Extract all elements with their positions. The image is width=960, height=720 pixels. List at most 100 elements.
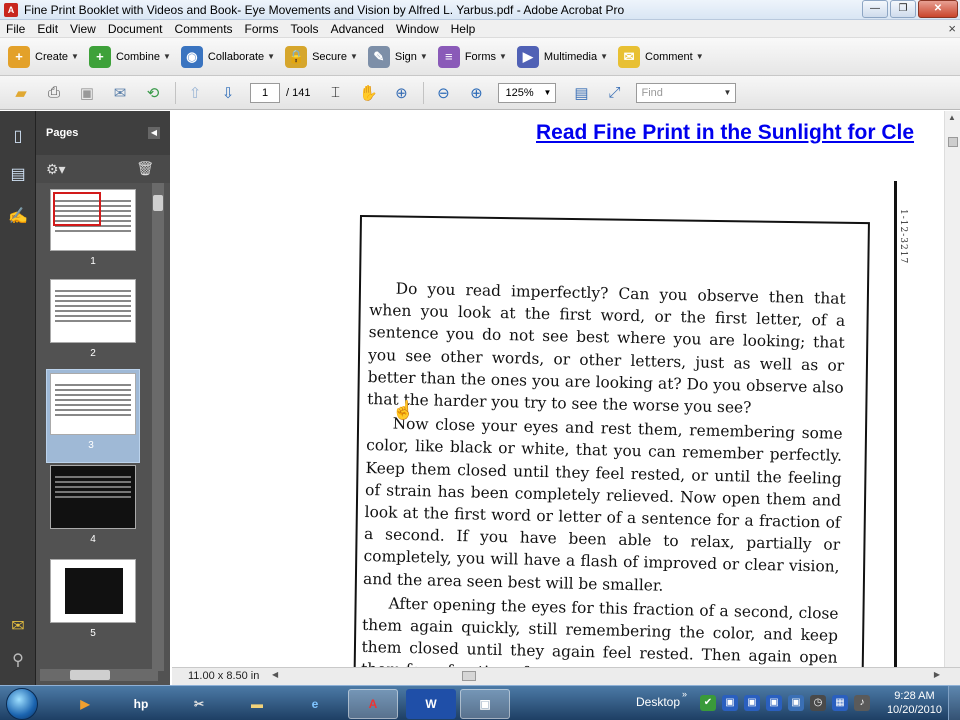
chevron-down-icon: ▼ — [723, 87, 732, 97]
thumbnail-scrollbar[interactable] — [152, 183, 164, 671]
collaborate-button[interactable]: ◉ Collaborate ▼ — [180, 43, 275, 71]
marquee-zoom-icon[interactable]: ⊕ — [390, 82, 412, 104]
multimedia-button[interactable]: ▶ Multimedia ▼ — [516, 43, 608, 71]
page-number: 4 — [90, 534, 96, 545]
page-thumbnail-2[interactable]: 2 — [50, 279, 136, 359]
menu-window[interactable]: Window — [390, 20, 445, 38]
show-desktop-button[interactable] — [948, 686, 960, 720]
tray-info-icon[interactable]: ◷ — [810, 695, 826, 711]
save-icon[interactable]: ▣ — [76, 82, 98, 104]
active-app-icon[interactable]: ▣ — [460, 689, 510, 719]
attachments-icon[interactable]: ⚲ — [7, 649, 29, 671]
internet-explorer-icon[interactable]: e — [290, 689, 340, 719]
page-total-label: / 141 — [286, 86, 311, 99]
print-icon[interactable]: ⎙ — [43, 82, 65, 104]
page-thumbnail-5[interactable]: 5 — [50, 559, 136, 639]
tray-app-icon[interactable]: ▣ — [722, 695, 738, 711]
share-icon[interactable]: ⟲ — [142, 82, 164, 104]
windows-taskbar: ▶ hp ✂ ▬ e A W ▣ Desktop » ✔ ▣ ▣ ▣ ▣ ◷ ▦… — [0, 685, 960, 720]
email-icon[interactable]: ✉ — [109, 82, 131, 104]
acrobat-taskbar-icon[interactable]: A — [348, 689, 398, 719]
comment-button[interactable]: ✉ Comment ▼ — [618, 43, 704, 71]
file-explorer-icon[interactable]: ▬ — [232, 689, 282, 719]
status-bar: 11.00 x 8.50 in ◀ ▶ — [172, 667, 960, 685]
horizontal-scroll-thumb[interactable] — [462, 671, 476, 681]
tray-app-icon[interactable]: ▣ — [766, 695, 782, 711]
signatures-icon[interactable]: ✍ — [7, 205, 29, 227]
combine-button[interactable]: + Combine ▼ — [88, 43, 171, 71]
scroll-right-icon[interactable]: ▶ — [934, 670, 940, 679]
zoom-out-icon[interactable]: ⊖ — [432, 82, 454, 104]
word-icon[interactable]: W — [406, 689, 456, 719]
chevron-down-icon: ▼ — [162, 52, 171, 61]
minimize-button[interactable]: — — [862, 0, 888, 18]
secure-button[interactable]: 🔒 Secure ▼ — [285, 43, 358, 71]
page-number-input[interactable]: 1 — [250, 82, 280, 103]
viewport-indicator[interactable] — [53, 192, 101, 226]
scroll-up-icon[interactable]: ▲ — [948, 113, 956, 122]
menu-edit[interactable]: Edit — [31, 20, 64, 38]
document-scrollbar[interactable]: ▲ — [944, 111, 960, 667]
scrolling-mode-icon[interactable]: ▤ — [570, 82, 592, 104]
tasks-toolbar: + Create ▼ + Combine ▼ ◉ Collaborate ▼ 🔒… — [0, 38, 960, 76]
toolbar-divider — [175, 81, 176, 104]
create-button[interactable]: + Create ▼ — [8, 43, 79, 71]
fit-page-icon[interactable]: ⤢ — [603, 82, 625, 104]
zoom-value: 125% — [505, 86, 534, 99]
snipping-tool-icon[interactable]: ✂ — [174, 689, 224, 719]
collapse-panel-icon[interactable]: ◀ — [148, 127, 160, 139]
start-button[interactable] — [6, 688, 38, 720]
thumbnail-hscrollbar[interactable] — [40, 669, 158, 681]
gear-icon[interactable]: ⚙▾ — [46, 161, 66, 178]
create-label: Create — [35, 50, 69, 63]
volume-icon[interactable]: ♪ — [854, 695, 870, 711]
scanned-text: Do you read imperfectly? Can you observe… — [361, 277, 846, 667]
forms-button[interactable]: ≡ Forms ▼ — [437, 43, 507, 71]
zoom-select[interactable]: 125% ▼ — [498, 82, 557, 103]
paragraph: After opening the eyes for this fraction… — [361, 594, 839, 667]
menu-comments[interactable]: Comments — [169, 20, 239, 38]
media-player-icon[interactable]: ▶ — [60, 689, 110, 719]
menu-forms[interactable]: Forms — [239, 20, 285, 38]
menu-file[interactable]: File — [0, 20, 31, 38]
hp-icon[interactable]: hp — [116, 689, 166, 719]
tray-app-icon[interactable]: ▣ — [744, 695, 760, 711]
desktop-label[interactable]: Desktop — [636, 695, 680, 709]
hand-tool-icon[interactable]: ✋ — [357, 82, 379, 104]
tray-app-icon[interactable]: ▣ — [788, 695, 804, 711]
document-link[interactable]: Read Fine Print in the Sunlight for Cle — [536, 121, 914, 145]
tray-check-icon[interactable]: ✔ — [700, 695, 716, 711]
scroll-left-icon[interactable]: ◀ — [272, 670, 278, 679]
menu-tools[interactable]: Tools — [285, 20, 325, 38]
menu-document[interactable]: Document — [102, 20, 169, 38]
open-folder-icon[interactable]: ▰ — [10, 82, 32, 104]
document-close-icon[interactable]: × — [948, 21, 956, 36]
page-thumbnail-3[interactable]: 3 — [46, 369, 140, 463]
chevron-right-icon[interactable]: » — [682, 689, 687, 699]
bookmarks-icon[interactable]: ▤ — [7, 163, 29, 185]
comments-icon[interactable]: ✉ — [7, 615, 29, 637]
document-view[interactable]: Read Fine Print in the Sunlight for Cle … — [172, 111, 960, 667]
page-number: 1 — [90, 256, 96, 267]
menu-view[interactable]: View — [64, 20, 102, 38]
page-thumbnail-4[interactable]: 4 — [50, 465, 136, 545]
network-icon[interactable]: ▦ — [832, 695, 848, 711]
menu-help[interactable]: Help — [445, 20, 482, 38]
scrollbar-thumb[interactable] — [948, 137, 958, 147]
pages-panel-icon[interactable]: ▯ — [7, 125, 29, 147]
page-thumbnail-1[interactable]: 1 — [50, 189, 136, 267]
restore-button[interactable]: ❐ — [890, 0, 916, 18]
next-page-icon[interactable]: ⇩ — [217, 82, 239, 104]
zoom-in-icon[interactable]: ⊕ — [465, 82, 487, 104]
select-tool-icon[interactable]: ⌶ — [324, 82, 346, 104]
window-title: Fine Print Booklet with Videos and Book-… — [24, 2, 625, 17]
trash-icon[interactable]: 🗑 — [136, 160, 154, 177]
sign-button[interactable]: ✎ Sign ▼ — [367, 43, 428, 71]
find-input[interactable]: Find ▼ — [636, 82, 737, 103]
menu-advanced[interactable]: Advanced — [325, 20, 390, 38]
clock[interactable]: 9:28 AM 10/20/2010 — [887, 689, 942, 717]
pages-panel-title: Pages — [46, 127, 79, 139]
thumbnail-list: 1 2 3 4 5 — [36, 183, 158, 671]
close-button[interactable]: ✕ — [918, 0, 958, 18]
previous-page-icon[interactable]: ⇧ — [184, 82, 206, 104]
